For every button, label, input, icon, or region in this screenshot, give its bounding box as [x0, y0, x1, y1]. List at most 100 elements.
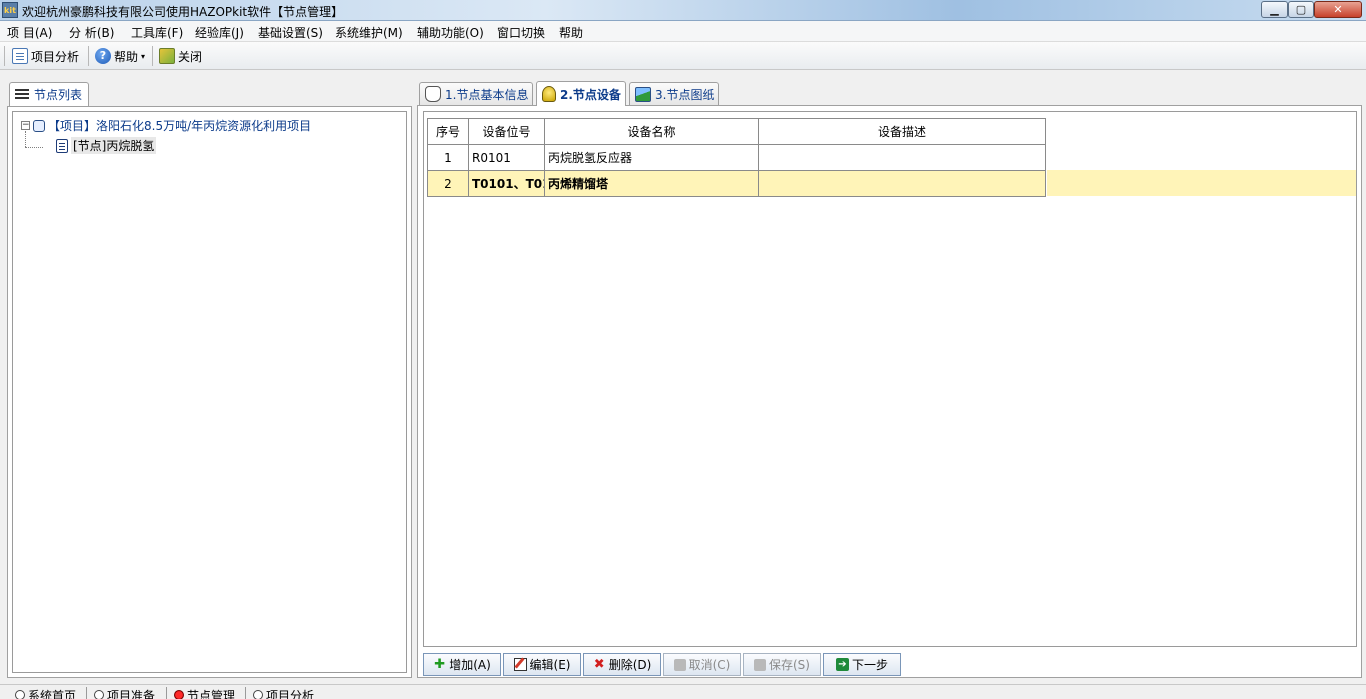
arrow-right-icon: ➔ — [835, 658, 849, 671]
window-tab-project-analysis[interactable]: 项目分析 — [253, 688, 314, 699]
radio-icon — [15, 690, 25, 699]
cell-tag[interactable]: T0101、T0102 — [468, 170, 545, 197]
hand-icon — [425, 86, 441, 102]
window-tab-node-management-label: 节点管理 — [187, 688, 236, 699]
next-step-button-label: 下一步 — [851, 658, 888, 672]
menu-auxiliary[interactable]: 辅助功能(O) — [417, 24, 484, 41]
menu-project[interactable]: 项 目(A) — [7, 24, 52, 41]
app-icon: kit — [2, 2, 18, 18]
project-node-icon — [33, 119, 45, 132]
cell-tag[interactable]: R0101 — [468, 144, 545, 171]
tree-item-project-label: 【项目】洛阳石化8.5万吨/年丙烷资源化利用项目 — [48, 119, 312, 133]
exit-icon — [159, 48, 175, 64]
tree-item-node-label: [节点]丙烷脱氢 — [71, 137, 157, 154]
edit-button[interactable]: 编辑(E) — [503, 653, 581, 676]
table-row[interactable]: 2 T0101、T0102 丙烯精馏塔 — [427, 170, 1046, 197]
equipment-panel: 序号 设备位号 设备名称 设备描述 1 R0101 丙烷脱氢反应器 2 T010… — [417, 105, 1362, 678]
help-label: 帮助 — [114, 49, 139, 64]
next-step-button[interactable]: ➔ 下一步 — [823, 653, 901, 676]
tab-node-list-label: 节点列表 — [34, 88, 83, 102]
list-icon — [15, 88, 29, 101]
add-button[interactable]: ✚ 增加(A) — [423, 653, 501, 676]
window-tab-home[interactable]: 系统首页 — [15, 688, 76, 699]
delete-icon: ✖ — [593, 657, 605, 672]
toolbar: 项目分析 ? 帮助 ▾ 关闭 — [0, 42, 1366, 70]
menu-window-switch[interactable]: 窗口切换 — [497, 24, 545, 41]
toolbar-grip — [4, 46, 5, 66]
cancel-button[interactable]: 取消(C) — [663, 653, 741, 676]
close-window-button[interactable]: ✕ — [1314, 1, 1362, 18]
node-document-icon — [56, 138, 68, 153]
edit-icon — [513, 658, 527, 671]
column-header-name[interactable]: 设备名称 — [544, 118, 759, 145]
table-row[interactable]: 1 R0101 丙烷脱氢反应器 — [427, 144, 1046, 171]
node-list-panel: − 【项目】洛阳石化8.5万吨/年丙烷资源化利用项目 [节点]丙烷脱氢 — [7, 106, 412, 678]
tab-node-list[interactable]: 节点列表 — [9, 82, 89, 106]
radio-icon — [253, 690, 263, 699]
tab-node-equipment-label: 2.节点设备 — [560, 87, 621, 102]
cell-no[interactable]: 1 — [427, 144, 469, 171]
save-button[interactable]: 保存(S) — [743, 653, 821, 676]
selected-row-highlight — [1047, 170, 1356, 196]
status-separator — [166, 687, 167, 699]
tab-node-basic-info[interactable]: 1.节点基本信息 — [419, 82, 533, 105]
plus-icon: ✚ — [434, 657, 446, 672]
chevron-down-icon: ▾ — [141, 51, 146, 61]
window-tab-home-label: 系统首页 — [28, 688, 77, 699]
cell-name[interactable]: 丙烷脱氢反应器 — [544, 144, 759, 171]
bulb-icon — [542, 86, 556, 102]
radio-icon — [94, 690, 104, 699]
title-bar: kit 欢迎杭州豪鹏科技有限公司使用HAZOPkit软件【节点管理】 ▁ ▢ ✕ — [0, 0, 1366, 21]
project-analysis-label: 项目分析 — [31, 49, 80, 64]
cancel-icon — [673, 658, 686, 671]
close-button[interactable]: 关闭 — [159, 46, 202, 66]
window-switch-bar: 系统首页 项目准备 节点管理 项目分析 — [0, 684, 1366, 699]
tab-node-equipment[interactable]: 2.节点设备 — [536, 81, 626, 106]
tab-node-drawings-label: 3.节点图纸 — [655, 87, 715, 102]
status-separator — [245, 687, 246, 699]
menu-bar: 项 目(A) 分 析(B) 工具库(F) 经验库(J) 基础设置(S) 系统维护… — [0, 21, 1366, 42]
cancel-button-label: 取消(C) — [688, 658, 731, 672]
window-tab-project-prep[interactable]: 项目准备 — [94, 688, 155, 699]
add-button-label: 增加(A) — [449, 658, 491, 672]
tree-item-project[interactable]: − 【项目】洛阳石化8.5万吨/年丙烷资源化利用项目 — [21, 117, 311, 134]
toolbar-separator — [88, 46, 89, 66]
close-label: 关闭 — [178, 49, 203, 64]
picture-icon — [635, 86, 651, 102]
menu-experience[interactable]: 经验库(J) — [195, 24, 244, 41]
window-tab-node-management[interactable]: 节点管理 — [174, 688, 235, 699]
menu-analysis[interactable]: 分 析(B) — [69, 24, 114, 41]
equipment-grid: 序号 设备位号 设备名称 设备描述 1 R0101 丙烷脱氢反应器 2 T010… — [423, 111, 1357, 647]
cell-name[interactable]: 丙烯精馏塔 — [544, 170, 759, 197]
edit-button-label: 编辑(E) — [529, 658, 571, 672]
delete-button[interactable]: ✖ 删除(D) — [583, 653, 661, 676]
cell-desc[interactable] — [758, 170, 1046, 197]
tree-item-node[interactable]: [节点]丙烷脱氢 — [56, 137, 157, 154]
toolbar-separator — [152, 46, 153, 66]
tree-connector — [25, 147, 43, 148]
node-tree: − 【项目】洛阳石化8.5万吨/年丙烷资源化利用项目 [节点]丙烷脱氢 — [12, 111, 407, 673]
minimize-button[interactable]: ▁ — [1261, 1, 1288, 18]
menu-tools[interactable]: 工具库(F) — [131, 24, 183, 41]
help-icon: ? — [95, 48, 111, 64]
save-button-label: 保存(S) — [769, 658, 810, 672]
tab-node-basic-info-label: 1.节点基本信息 — [445, 87, 529, 102]
help-button[interactable]: ? 帮助 ▾ — [95, 46, 145, 66]
project-analysis-button[interactable]: 项目分析 — [12, 46, 79, 66]
tab-node-drawings[interactable]: 3.节点图纸 — [629, 82, 719, 105]
window-title: 欢迎杭州豪鹏科技有限公司使用HAZOPkit软件【节点管理】 — [22, 5, 344, 19]
column-header-desc[interactable]: 设备描述 — [758, 118, 1046, 145]
window-tab-project-prep-label: 项目准备 — [107, 688, 156, 699]
menu-help[interactable]: 帮助 — [559, 24, 583, 41]
document-icon — [12, 48, 28, 64]
cell-no[interactable]: 2 — [427, 170, 469, 197]
cell-desc[interactable] — [758, 144, 1046, 171]
maximize-button[interactable]: ▢ — [1288, 1, 1314, 18]
collapse-icon[interactable]: − — [21, 121, 30, 130]
column-header-tag[interactable]: 设备位号 — [468, 118, 545, 145]
column-header-no[interactable]: 序号 — [427, 118, 469, 145]
menu-basic-settings[interactable]: 基础设置(S) — [258, 24, 323, 41]
equipment-table: 序号 设备位号 设备名称 设备描述 1 R0101 丙烷脱氢反应器 2 T010… — [427, 118, 1046, 197]
menu-system-maintenance[interactable]: 系统维护(M) — [335, 24, 403, 41]
save-icon — [754, 658, 766, 671]
